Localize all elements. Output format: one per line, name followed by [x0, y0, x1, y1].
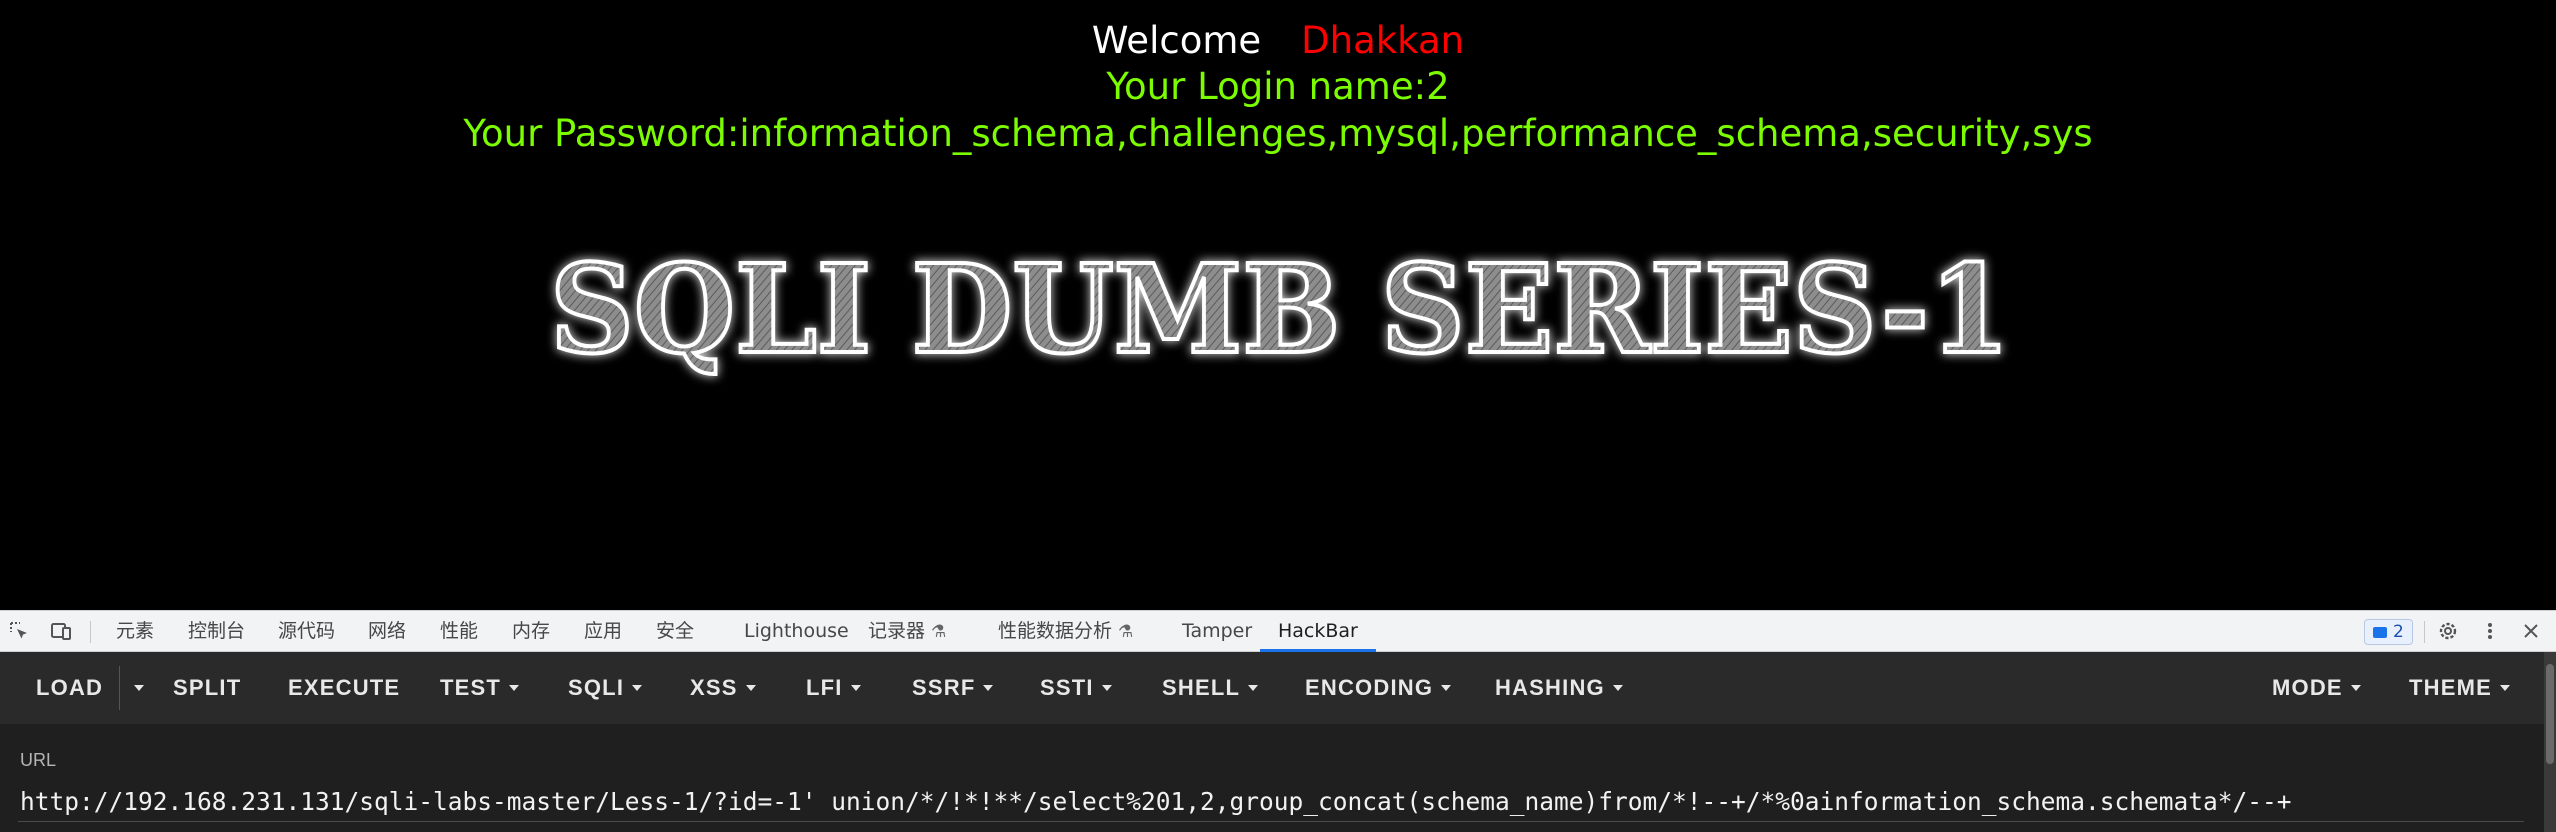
- chevron-down-icon: [134, 685, 144, 691]
- sqli-menu[interactable]: SQLI: [568, 652, 643, 724]
- tab-elements[interactable]: 元素: [116, 611, 154, 652]
- devtools-tab-strip: 元素 控制台 源代码 网络 性能 内存 应用 安全 Lighthouse 记录器…: [0, 610, 2556, 652]
- theme-menu-label: THEME: [2409, 675, 2492, 700]
- chevron-down-icon: [1612, 685, 1623, 691]
- more-options-icon[interactable]: [2479, 620, 2501, 642]
- login-name-line: Your Login name:2: [1106, 65, 1450, 108]
- encoding-menu-label: ENCODING: [1305, 675, 1434, 700]
- welcome-label: Welcome: [1091, 19, 1262, 62]
- xss-menu-label: XSS: [690, 675, 738, 700]
- welcome-line: Welcome Dhakkan: [0, 18, 2556, 64]
- tab-sources[interactable]: 源代码: [278, 611, 335, 652]
- experiment-flask-icon: ⚗: [1118, 622, 1134, 642]
- shell-menu-label: SHELL: [1162, 675, 1241, 700]
- ssti-menu[interactable]: SSTI: [1040, 652, 1112, 724]
- hackbar-toolbar: LOAD SPLIT EXECUTE TEST SQLI XSS LFI SSR…: [0, 652, 2556, 724]
- hashing-menu-label: HASHING: [1495, 675, 1605, 700]
- tab-recorder[interactable]: 记录器 ⚗: [868, 611, 946, 652]
- tab-performance[interactable]: 性能: [440, 611, 478, 652]
- tab-application[interactable]: 应用: [584, 611, 622, 652]
- panel-scrollbar-thumb[interactable]: [2546, 664, 2554, 764]
- tab-hackbar[interactable]: HackBar: [1260, 611, 1376, 652]
- split-button[interactable]: SPLIT: [173, 652, 241, 724]
- close-devtools-icon[interactable]: [2520, 620, 2542, 642]
- tab-lighthouse[interactable]: Lighthouse: [744, 611, 849, 652]
- issues-chat-icon: [2373, 627, 2387, 638]
- lfi-menu-label: LFI: [806, 675, 843, 700]
- load-options-dropdown[interactable]: [126, 652, 144, 724]
- ssti-menu-label: SSTI: [1040, 675, 1094, 700]
- sqli-dumb-series-banner: SQLI DUMB SERIES-1: [548, 235, 2012, 383]
- execute-button[interactable]: EXECUTE: [288, 652, 400, 724]
- hackbar-url-panel: URL: [0, 724, 2556, 832]
- chevron-down-icon: [2350, 685, 2361, 691]
- url-input[interactable]: [18, 782, 2524, 822]
- mode-menu[interactable]: MODE: [2272, 652, 2361, 724]
- ssrf-menu[interactable]: SSRF: [912, 652, 994, 724]
- tab-performance-insights[interactable]: 性能数据分析 ⚗: [998, 611, 1133, 652]
- chevron-down-icon: [1248, 685, 1259, 691]
- url-label: URL: [20, 750, 57, 770]
- issues-count: 2: [2393, 622, 2404, 642]
- chevron-down-icon: [745, 685, 756, 691]
- encoding-menu[interactable]: ENCODING: [1305, 652, 1452, 724]
- tab-network[interactable]: 网络: [368, 611, 406, 652]
- tab-performance-insights-label: 性能数据分析: [998, 620, 1113, 642]
- chevron-down-icon: [850, 685, 861, 691]
- welcome-username: Dhakkan: [1301, 19, 1465, 62]
- tab-security[interactable]: 安全: [656, 611, 694, 652]
- settings-gear-icon[interactable]: [2437, 620, 2459, 642]
- chevron-down-icon: [983, 685, 994, 691]
- password-line: Your Password:information_schema,challen…: [463, 112, 2093, 155]
- inspect-element-icon[interactable]: [8, 620, 30, 642]
- chevron-down-icon: [632, 685, 643, 691]
- tab-console[interactable]: 控制台: [188, 611, 245, 652]
- sqli-menu-label: SQLI: [568, 675, 625, 700]
- hashing-menu[interactable]: HASHING: [1495, 652, 1623, 724]
- ssrf-menu-label: SSRF: [912, 675, 976, 700]
- web-page: Welcome Dhakkan Your Login name:2 Your Pa…: [0, 0, 2556, 610]
- chevron-down-icon: [2500, 685, 2510, 691]
- chevron-down-icon: [1441, 685, 1452, 691]
- xss-menu[interactable]: XSS: [690, 652, 756, 724]
- experiment-flask-icon: ⚗: [931, 622, 947, 642]
- lfi-menu[interactable]: LFI: [806, 652, 861, 724]
- banner-text: SQLI DUMB SERIES-1: [550, 237, 2010, 381]
- chevron-down-icon: [509, 685, 520, 691]
- device-toolbar-icon[interactable]: [50, 620, 72, 642]
- issues-badge[interactable]: 2: [2364, 619, 2413, 645]
- test-menu-label: TEST: [440, 675, 502, 700]
- test-menu[interactable]: TEST: [440, 652, 520, 724]
- mode-menu-label: MODE: [2272, 675, 2343, 700]
- shell-menu[interactable]: SHELL: [1162, 652, 1259, 724]
- chevron-down-icon: [1101, 685, 1112, 691]
- tab-memory[interactable]: 内存: [512, 611, 550, 652]
- tab-recorder-label: 记录器: [868, 620, 926, 642]
- load-button[interactable]: LOAD: [36, 652, 103, 724]
- tab-tamper[interactable]: Tamper: [1182, 611, 1252, 652]
- theme-menu[interactable]: THEME: [2409, 652, 2510, 724]
